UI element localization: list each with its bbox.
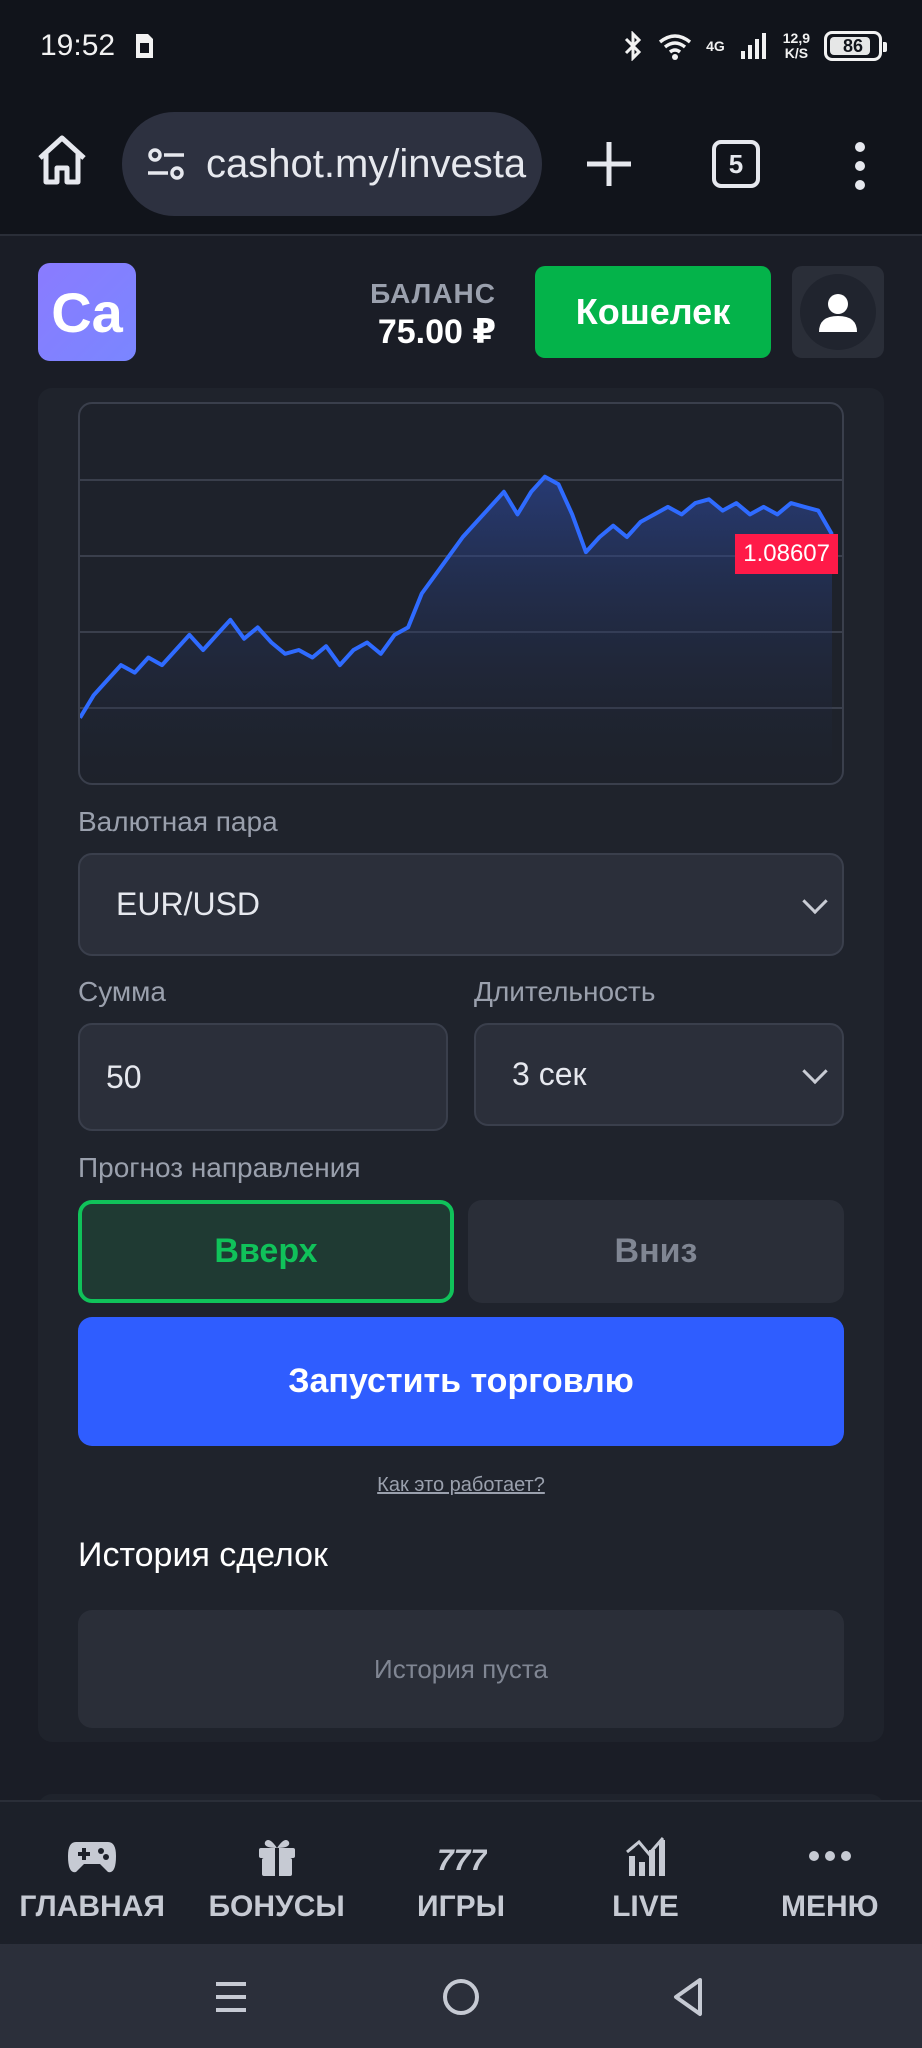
duration-select[interactable]: 3 сек xyxy=(474,1023,844,1126)
nav-item-menu[interactable]: МЕНЮ xyxy=(738,1802,922,1944)
gift-icon xyxy=(258,1840,295,1876)
nav-label-games: ИГРЫ xyxy=(417,1890,505,1923)
price-chart: 1.08607 xyxy=(78,402,844,785)
user-icon xyxy=(819,294,857,332)
nav-item-games[interactable]: 777 ИГРЫ xyxy=(369,1802,553,1944)
nav-item-home[interactable]: ГЛАВНАЯ xyxy=(0,1802,184,1944)
sim-card-icon xyxy=(136,34,154,58)
duration-label: Длительность xyxy=(474,976,656,1007)
status-bar: 19:52 4G 12,9 K/S 86 xyxy=(0,0,922,92)
how-it-works-link[interactable]: Как это работает? xyxy=(0,1474,922,1497)
chevron-down-icon xyxy=(802,1058,828,1084)
bluetooth-icon xyxy=(625,31,642,61)
site-settings-icon[interactable] xyxy=(144,142,188,186)
back-icon[interactable] xyxy=(664,1972,714,2022)
more-dots-icon xyxy=(808,1851,851,1861)
browser-toolbar: cashot.my/investa 5 xyxy=(0,92,922,236)
direction-label: Прогноз направления xyxy=(78,1152,361,1183)
direction-up-button[interactable]: Вверх xyxy=(78,1200,454,1303)
balance-value: 75.00 ₽ xyxy=(377,313,496,351)
nav-label-menu: МЕНЮ xyxy=(781,1890,879,1923)
network-speed-unit: K/S xyxy=(784,45,809,61)
amount-input[interactable]: 50 xyxy=(78,1023,448,1131)
start-trading-button[interactable]: Запустить торговлю xyxy=(78,1317,844,1446)
tab-switcher-button[interactable]: 5 xyxy=(712,140,760,188)
network-type: 4G xyxy=(706,37,725,54)
browser-menu-icon[interactable] xyxy=(850,142,870,190)
nav-item-live[interactable]: LIVE xyxy=(553,1802,737,1944)
battery-icon: 86 xyxy=(824,31,887,61)
duration-value: 3 сек xyxy=(512,1056,587,1092)
nav-label-live: LIVE xyxy=(612,1890,679,1923)
chart-svg xyxy=(80,474,842,783)
wallet-button[interactable]: Кошелек xyxy=(535,266,771,358)
system-navigation-bar xyxy=(0,1944,922,2048)
balance-label: БАЛАНС xyxy=(370,278,496,309)
wifi-icon xyxy=(658,34,692,60)
bottom-nav: ГЛАВНАЯ БОНУСЫ 777 ИГРЫ LIVE МЕНЮ xyxy=(0,1800,922,1944)
pair-label: Валютная пара xyxy=(78,806,278,837)
network-speed-value: 12,9 xyxy=(782,30,810,46)
amount-value: 50 xyxy=(106,1058,142,1095)
recents-icon[interactable] xyxy=(206,1972,256,2022)
pair-value: EUR/USD xyxy=(116,886,261,922)
history-empty: История пуста xyxy=(78,1610,844,1728)
battery-percent: 86 xyxy=(842,35,864,56)
chevron-down-icon xyxy=(802,888,828,914)
nav-label-home: ГЛАВНАЯ xyxy=(19,1890,165,1923)
pair-select[interactable]: EUR/USD xyxy=(78,853,844,956)
new-tab-icon[interactable] xyxy=(583,138,635,190)
site-header: Ca БАЛАНС 75.00 ₽ Кошелек xyxy=(0,236,922,374)
status-icons: 4G 12,9 K/S 86 xyxy=(622,31,887,61)
network-speed: 12,9 K/S xyxy=(783,31,810,61)
svg-text:777: 777 xyxy=(437,1844,487,1877)
signal-icon xyxy=(740,33,766,59)
slots-777-icon: 777 xyxy=(437,1844,487,1877)
nav-label-bonuses: БОНУСЫ xyxy=(208,1890,345,1923)
avatar xyxy=(800,274,876,350)
current-price-label: 1.08607 xyxy=(735,534,838,574)
home-circle-icon[interactable] xyxy=(436,1972,486,2022)
site-logo[interactable]: Ca xyxy=(38,263,136,361)
live-chart-icon xyxy=(626,1837,666,1876)
history-title: История сделок xyxy=(78,1536,328,1574)
direction-down-button[interactable]: Вниз xyxy=(468,1200,844,1303)
home-icon[interactable] xyxy=(34,132,90,188)
address-bar[interactable]: cashot.my/investa xyxy=(122,112,542,216)
url-text[interactable]: cashot.my/investa xyxy=(206,142,526,187)
chart-area xyxy=(80,476,832,783)
profile-button[interactable] xyxy=(792,266,884,358)
amount-label: Сумма xyxy=(78,976,166,1007)
nav-item-bonuses[interactable]: БОНУСЫ xyxy=(184,1802,368,1944)
gamepad-icon xyxy=(68,1842,117,1873)
status-time: 19:52 xyxy=(40,29,116,62)
